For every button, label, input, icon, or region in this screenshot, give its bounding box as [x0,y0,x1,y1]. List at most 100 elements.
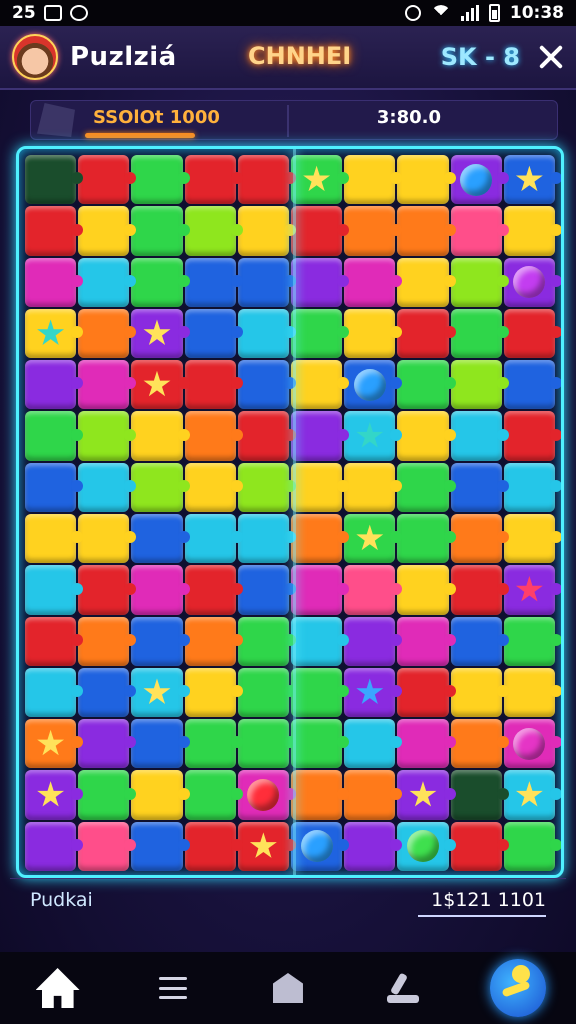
puzzle-tile[interactable] [184,821,244,871]
nav-house[interactable] [260,960,316,1016]
puzzle-tile[interactable] [25,155,84,205]
puzzle-tile[interactable] [503,667,561,718]
puzzle-tile[interactable] [397,821,456,871]
avatar[interactable] [12,34,58,80]
puzzle-tile[interactable] [131,257,190,307]
puzzle-tile[interactable] [291,513,350,564]
puzzle-tile[interactable] [237,770,297,820]
puzzle-tile[interactable] [450,155,510,205]
puzzle-tile[interactable] [291,770,350,820]
nav-home[interactable] [30,960,86,1016]
puzzle-tile[interactable] [25,667,84,718]
puzzle-tile[interactable] [503,462,561,512]
puzzle-tile[interactable] [344,411,403,461]
puzzle-tile[interactable] [291,155,350,205]
puzzle-tile[interactable] [78,411,137,461]
close-icon[interactable] [538,44,564,70]
puzzle-tile[interactable] [291,308,350,359]
puzzle-tile[interactable] [78,770,137,820]
puzzle-tile[interactable] [25,206,84,256]
puzzle-tile[interactable] [291,821,350,871]
puzzle-tile[interactable] [450,821,510,871]
puzzle-tile[interactable] [184,616,244,666]
puzzle-tile[interactable] [450,616,510,666]
puzzle-tile[interactable] [344,565,403,615]
puzzle-tile[interactable] [450,719,510,769]
puzzle-tile[interactable] [450,462,510,512]
puzzle-tile[interactable] [25,616,84,666]
puzzle-tile[interactable] [397,667,456,718]
puzzle-tile[interactable] [78,513,137,564]
puzzle-tile[interactable] [291,565,350,615]
puzzle-tile[interactable] [397,770,456,820]
puzzle-tile[interactable] [25,513,84,564]
puzzle-tile[interactable] [291,462,350,512]
puzzle-tile[interactable] [291,360,350,410]
puzzle-tile[interactable] [78,565,137,615]
puzzle-tile[interactable] [344,155,403,205]
puzzle-tile[interactable] [131,565,190,615]
puzzle-tile[interactable] [25,257,84,307]
puzzle-tile[interactable] [397,462,456,512]
puzzle-tile[interactable] [397,411,456,461]
puzzle-tile[interactable] [184,360,244,410]
puzzle-tile[interactable] [503,770,561,820]
puzzle-tile[interactable] [344,770,403,820]
puzzle-tile[interactable] [397,513,456,564]
puzzle-tile[interactable] [450,565,510,615]
puzzle-tile[interactable] [131,360,190,410]
puzzle-tile[interactable] [450,770,510,820]
puzzle-tile[interactable] [503,411,561,461]
puzzle-tile[interactable] [78,462,137,512]
puzzle-tile[interactable] [78,257,137,307]
puzzle-tile[interactable] [237,308,297,359]
puzzle-tile[interactable] [450,206,510,256]
puzzle-tile[interactable] [450,308,510,359]
puzzle-tile[interactable] [78,308,137,359]
nav-play[interactable] [490,959,547,1017]
puzzle-tile[interactable] [184,513,244,564]
puzzle-tile[interactable] [503,155,561,205]
puzzle-tile[interactable] [131,206,190,256]
puzzle-tile[interactable] [344,360,403,410]
puzzle-tile[interactable] [78,206,137,256]
puzzle-tile[interactable] [131,462,190,512]
puzzle-tile[interactable] [184,206,244,256]
puzzle-tile[interactable] [397,308,456,359]
puzzle-tile[interactable] [450,360,510,410]
puzzle-tile[interactable] [237,411,297,461]
puzzle-tile[interactable] [237,257,297,307]
puzzle-tile[interactable] [397,155,456,205]
puzzle-tile[interactable] [25,565,84,615]
puzzle-tile[interactable] [131,513,190,564]
puzzle-tile[interactable] [237,513,297,564]
puzzle-tile[interactable] [25,462,84,512]
puzzle-tile[interactable] [25,411,84,461]
puzzle-tile[interactable] [237,206,297,256]
puzzle-tile[interactable] [344,206,403,256]
puzzle-tile[interactable] [291,411,350,461]
puzzle-tile[interactable] [503,719,561,769]
puzzle-tile[interactable] [131,155,190,205]
puzzle-tile[interactable] [25,770,84,820]
puzzle-tile[interactable] [78,155,137,205]
puzzle-tile[interactable] [184,667,244,718]
puzzle-tile[interactable] [237,155,297,205]
puzzle-tile[interactable] [450,411,510,461]
puzzle-tile[interactable] [184,155,244,205]
puzzle-tile[interactable] [503,821,561,871]
puzzle-tile[interactable] [184,257,244,307]
puzzle-tile[interactable] [344,616,403,666]
puzzle-tile[interactable] [503,206,561,256]
puzzle-tile[interactable] [397,257,456,307]
puzzle-tile[interactable] [291,616,350,666]
puzzle-tile[interactable] [131,667,190,718]
puzzle-tile[interactable] [184,462,244,512]
puzzle-tile[interactable] [184,770,244,820]
puzzle-tile[interactable] [291,667,350,718]
puzzle-tile[interactable] [237,667,297,718]
puzzle-tile[interactable] [131,770,190,820]
puzzle-tile[interactable] [503,616,561,666]
puzzle-tile[interactable] [503,360,561,410]
puzzle-tile[interactable] [131,308,190,359]
